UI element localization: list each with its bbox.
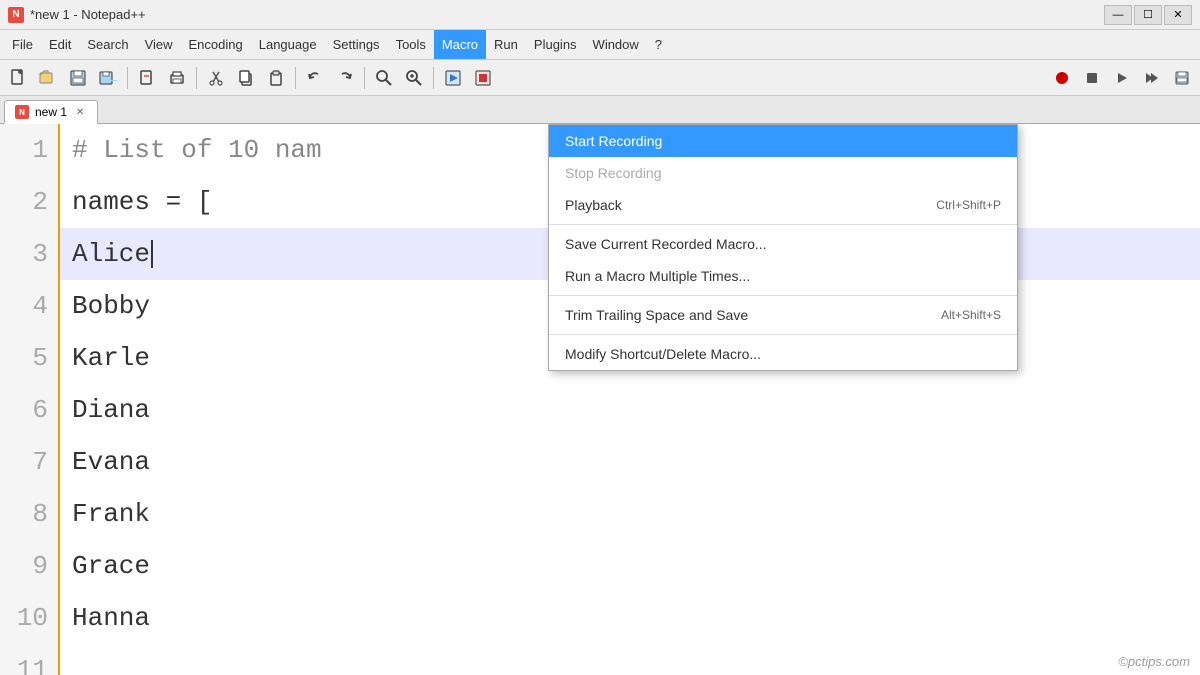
record-button[interactable] (1048, 64, 1076, 92)
minimize-button[interactable]: — (1104, 5, 1132, 25)
tab-icon: N (15, 105, 29, 119)
line-num-2: 2 (0, 176, 58, 228)
menu-view[interactable]: View (137, 30, 181, 59)
toolbar-sep-4 (364, 67, 365, 89)
tab-label: new 1 (35, 105, 67, 119)
menu-search[interactable]: Search (79, 30, 136, 59)
macro-modify-shortcut[interactable]: Modify Shortcut/Delete Macro... (549, 338, 1017, 370)
line-num-3: 3 (0, 228, 58, 280)
playback-label: Playback (565, 197, 622, 213)
toolbar-sep-2 (196, 67, 197, 89)
save-all-button[interactable] (94, 64, 122, 92)
watermark: ©pctips.com (1118, 654, 1190, 669)
menu-sep-2 (549, 295, 1017, 296)
new-button[interactable] (4, 64, 32, 92)
line-num-6: 6 (0, 384, 58, 436)
code-line-7: Evana (60, 436, 1200, 488)
stop-recording-label: Stop Recording (565, 165, 662, 181)
line-num-4: 4 (0, 280, 58, 332)
zoom-in-button[interactable] (400, 64, 428, 92)
save-macro-label: Save Current Recorded Macro... (565, 236, 767, 252)
line-numbers: 1 2 3 4 5 6 7 8 9 10 11 (0, 124, 60, 675)
line-num-7: 7 (0, 436, 58, 488)
start-recording-label: Start Recording (565, 133, 662, 149)
undo-button[interactable] (301, 64, 329, 92)
playback-button[interactable] (1108, 64, 1136, 92)
menu-file[interactable]: File (4, 30, 41, 59)
menu-help[interactable]: ? (647, 30, 670, 59)
tab-bar: N new 1 ✕ (0, 96, 1200, 124)
run-multiple-label: Run a Macro Multiple Times... (565, 268, 750, 284)
close-button-tb[interactable] (133, 64, 161, 92)
toolbar-sep-1 (127, 67, 128, 89)
line-num-1: 1 (0, 124, 58, 176)
tab-new1[interactable]: N new 1 ✕ (4, 100, 98, 124)
code-line-11 (60, 644, 1200, 675)
code-line-8: Frank (60, 488, 1200, 540)
menu-plugins[interactable]: Plugins (526, 30, 585, 59)
menu-window[interactable]: Window (585, 30, 647, 59)
open-button[interactable] (34, 64, 62, 92)
menu-tools[interactable]: Tools (388, 30, 434, 59)
toolbar (0, 60, 1200, 96)
macro-save-recorded[interactable]: Save Current Recorded Macro... (549, 228, 1017, 260)
line-num-10: 10 (0, 592, 58, 644)
copy-button[interactable] (232, 64, 260, 92)
menu-language[interactable]: Language (251, 30, 325, 59)
menu-bar: File Edit Search View Encoding Language … (0, 30, 1200, 60)
window-controls: — ☐ ✕ (1104, 5, 1192, 25)
code-line-9: Grace (60, 540, 1200, 592)
macro-run-button[interactable] (439, 64, 467, 92)
menu-sep-1 (549, 224, 1017, 225)
app-icon: N (8, 7, 24, 23)
playback-multiple-button[interactable] (1138, 64, 1166, 92)
menu-macro[interactable]: Macro (434, 30, 486, 59)
toolbar-sep-3 (295, 67, 296, 89)
code-line-10: Hanna (60, 592, 1200, 644)
line-num-8: 8 (0, 488, 58, 540)
playback-shortcut: Ctrl+Shift+P (936, 198, 1001, 212)
macro-stop-recording[interactable]: Stop Recording (549, 157, 1017, 189)
window-title: *new 1 - Notepad++ (30, 7, 1104, 22)
macro-stop-button[interactable] (469, 64, 497, 92)
save-button[interactable] (64, 64, 92, 92)
modify-shortcut-label: Modify Shortcut/Delete Macro... (565, 346, 761, 362)
editor-area: 1 2 3 4 5 6 7 8 9 10 11 # List of 10 nam… (0, 124, 1200, 675)
menu-edit[interactable]: Edit (41, 30, 79, 59)
title-bar: N *new 1 - Notepad++ — ☐ ✕ (0, 0, 1200, 30)
line-num-5: 5 (0, 332, 58, 384)
macro-dropdown-menu: Start Recording Stop Recording Playback … (548, 124, 1018, 371)
toolbar-sep-5 (433, 67, 434, 89)
find-button[interactable] (370, 64, 398, 92)
macro-playback[interactable]: Playback Ctrl+Shift+P (549, 189, 1017, 221)
trim-trailing-label: Trim Trailing Space and Save (565, 307, 748, 323)
code-line-6: Diana (60, 384, 1200, 436)
tab-close-button[interactable]: ✕ (73, 105, 87, 119)
trim-trailing-shortcut: Alt+Shift+S (941, 308, 1001, 322)
paste-button[interactable] (262, 64, 290, 92)
line-num-9: 9 (0, 540, 58, 592)
maximize-button[interactable]: ☐ (1134, 5, 1162, 25)
cut-button[interactable] (202, 64, 230, 92)
macro-controls (1048, 64, 1196, 92)
menu-encoding[interactable]: Encoding (181, 30, 251, 59)
close-button[interactable]: ✕ (1164, 5, 1192, 25)
save-macro-button[interactable] (1168, 64, 1196, 92)
line-num-11: 11 (0, 644, 58, 675)
macro-start-recording[interactable]: Start Recording (549, 125, 1017, 157)
stop-record-button[interactable] (1078, 64, 1106, 92)
redo-button[interactable] (331, 64, 359, 92)
print-button[interactable] (163, 64, 191, 92)
menu-settings[interactable]: Settings (325, 30, 388, 59)
macro-run-multiple[interactable]: Run a Macro Multiple Times... (549, 260, 1017, 292)
menu-sep-3 (549, 334, 1017, 335)
macro-trim-trailing[interactable]: Trim Trailing Space and Save Alt+Shift+S (549, 299, 1017, 331)
menu-run[interactable]: Run (486, 30, 526, 59)
